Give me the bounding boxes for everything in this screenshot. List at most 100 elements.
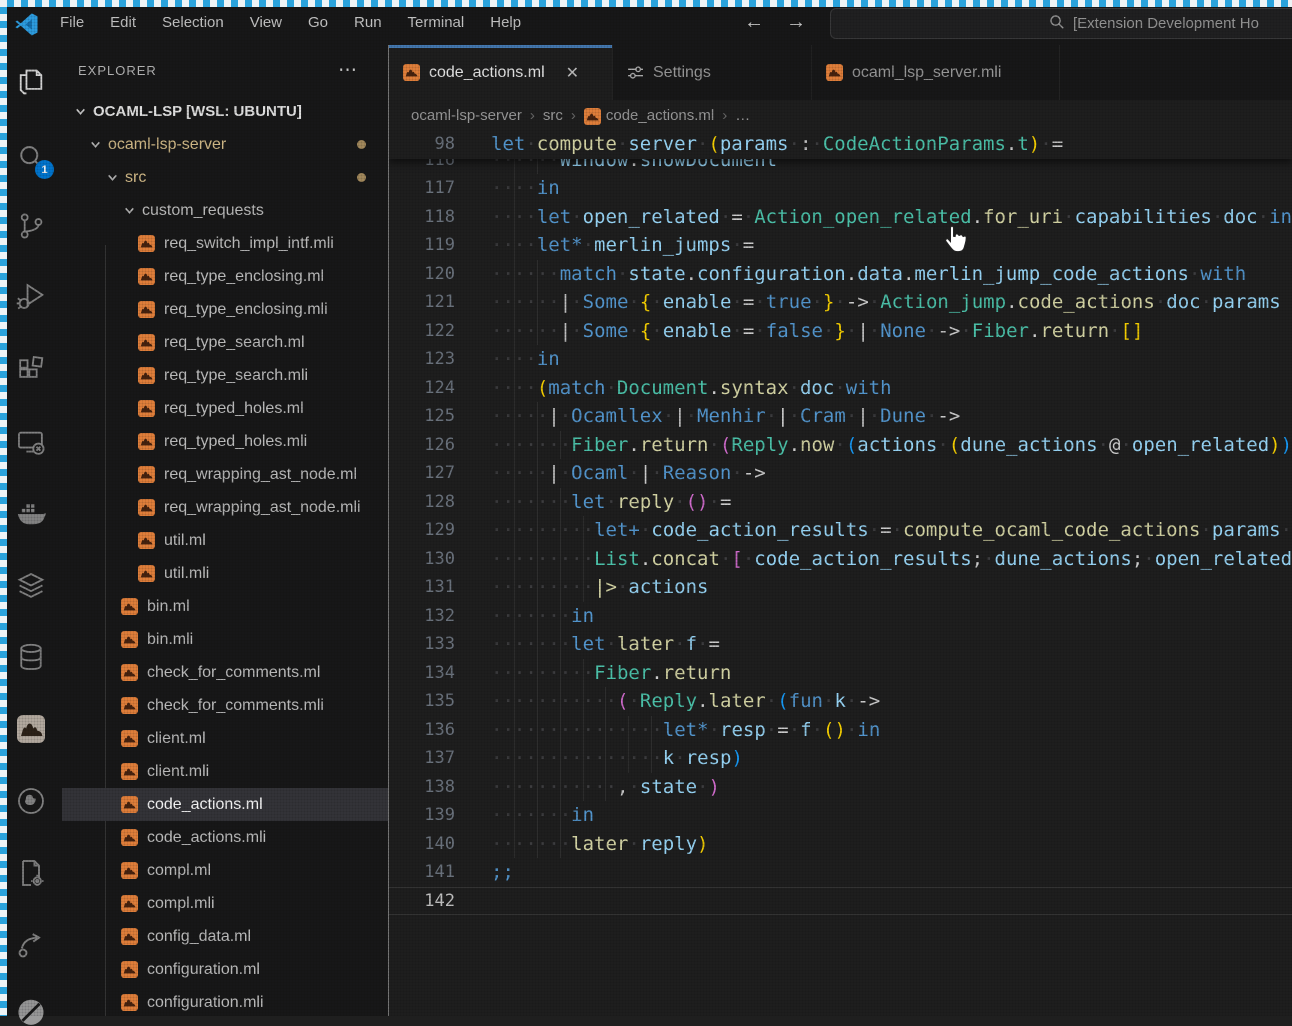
file-settings-icon[interactable]	[15, 857, 47, 889]
circle-slash-icon[interactable]	[15, 994, 47, 1026]
tree-root-ocaml-lsp[interactable]: OCAML-LSP [WSL: UBUNTU]	[62, 95, 388, 128]
code-line-118[interactable]: 118····let·open_related·=·Action_open_re…	[389, 203, 1292, 232]
tree-file-bin-ml[interactable]: bin.ml	[62, 590, 388, 623]
window-title: [Extension Development Ho	[1073, 15, 1259, 32]
tree-file-req-wrapping-ast-node-ml[interactable]: req_wrapping_ast_node.ml	[62, 458, 388, 491]
breadcrumb-item-src[interactable]: src	[543, 107, 563, 124]
nav-back-button[interactable]: ←	[744, 11, 764, 34]
breadcrumb[interactable]: ocaml-lsp-server›src›code_actions.ml›…	[389, 100, 1292, 130]
code-line-130[interactable]: 130·········List.concat·[·code_action_re…	[389, 545, 1292, 574]
code-line-134[interactable]: 134·········Fiber.return	[389, 659, 1292, 688]
breadcrumb-item--[interactable]: …	[735, 107, 750, 124]
code-line-117[interactable]: 117····in	[389, 174, 1292, 203]
code-line-126[interactable]: 126·······Fiber.return·(Reply.now·(actio…	[389, 431, 1292, 460]
tree-file-req-type-enclosing-ml[interactable]: req_type_enclosing.ml	[62, 260, 388, 293]
line-text: ····in	[491, 174, 1292, 203]
tab-close-icon[interactable]: ✕	[566, 63, 579, 83]
tree-file-bin-mli[interactable]: bin.mli	[62, 623, 388, 656]
tree-file-req-typed-holes-mli[interactable]: req_typed_holes.mli	[62, 425, 388, 458]
code-line-138[interactable]: 138···········,·state·)	[389, 773, 1292, 802]
tab-ocaml-lsp-server-mli[interactable]: ocaml_lsp_server.mli	[812, 45, 1060, 100]
chevron-down-icon	[104, 170, 120, 186]
tree-file-client-mli[interactable]: client.mli	[62, 755, 388, 788]
line-text: ····(match·Document.syntax·doc·with	[491, 374, 1292, 403]
ocaml-file-icon	[826, 64, 843, 81]
tree-file-req-wrapping-ast-node-mli[interactable]: req_wrapping_ast_node.mli	[62, 491, 388, 524]
share-icon[interactable]	[15, 929, 47, 961]
code-lines[interactable]: 116······Window.showDocument117····in118…	[389, 146, 1292, 916]
docker-icon[interactable]	[15, 498, 47, 530]
database-icon[interactable]	[15, 641, 47, 673]
tree-file-compl-mli[interactable]: compl.mli	[62, 887, 388, 920]
code-line-127[interactable]: 127·····|·Ocaml·|·Reason·->	[389, 459, 1292, 488]
remote-explorer-icon[interactable]	[15, 427, 47, 459]
duck-icon[interactable]	[15, 785, 47, 817]
tree-folder-ocaml-lsp-server[interactable]: ocaml-lsp-server	[62, 128, 388, 161]
breadcrumb-item-ocaml-lsp-server[interactable]: ocaml-lsp-server	[411, 107, 522, 124]
tree-file-check-for-comments-ml[interactable]: check_for_comments.ml	[62, 656, 388, 689]
code-line-119[interactable]: 119····let*·merlin_jumps·=	[389, 231, 1292, 260]
code-line-98[interactable]: 98let·compute·server·(params·:·CodeActio…	[389, 130, 1292, 159]
tree-file-configuration-ml[interactable]: configuration.ml	[62, 953, 388, 986]
code-line-121[interactable]: 121······|·Some·{·enable·=·true·}·->·Act…	[389, 288, 1292, 317]
ocaml-platform-icon[interactable]	[15, 713, 47, 745]
tree-file-code-actions-mli[interactable]: code_actions.mli	[62, 821, 388, 854]
source-control-icon[interactable]	[15, 210, 47, 242]
sidebar-resize-sash[interactable]	[388, 45, 389, 1016]
code-line-128[interactable]: 128·······let·reply·()·=	[389, 488, 1292, 517]
extensions-icon[interactable]	[15, 354, 47, 386]
code-line-125[interactable]: 125·····|·Ocamllex·|·Menhir·|·Cram·|·Dun…	[389, 402, 1292, 431]
code-editor[interactable]: 98let·compute·server·(params·:·CodeActio…	[389, 130, 1292, 1016]
tab-settings[interactable]: Settings	[613, 45, 812, 100]
tree-file-client-ml[interactable]: client.ml	[62, 722, 388, 755]
tree-file-req-typed-holes-ml[interactable]: req_typed_holes.ml	[62, 392, 388, 425]
tree-item-label: compl.ml	[147, 862, 211, 880]
code-line-120[interactable]: 120······match·state.configuration.data.…	[389, 260, 1292, 289]
tree-file-compl-ml[interactable]: compl.ml	[62, 854, 388, 887]
tree-file-config-data-ml[interactable]: config_data.ml	[62, 920, 388, 953]
breadcrumb-item-code-actions-ml[interactable]: code_actions.ml	[584, 107, 714, 124]
explorer-actions-button[interactable]: ⋯	[338, 59, 358, 82]
code-line-141[interactable]: 141;;	[389, 858, 1292, 887]
tree-file-req-type-search-ml[interactable]: req_type_search.ml	[62, 326, 388, 359]
tree-folder-src[interactable]: src	[62, 161, 388, 194]
code-line-122[interactable]: 122······|·Some·{·enable·=·false·}·|·Non…	[389, 317, 1292, 346]
sticky-scroll-line[interactable]: 98let·compute·server·(params·:·CodeActio…	[389, 130, 1292, 159]
tree-folder-custom-requests[interactable]: custom_requests	[62, 194, 388, 227]
tree-file-configuration-mli[interactable]: configuration.mli	[62, 986, 388, 1016]
line-number: 122	[389, 317, 455, 346]
tree-file-util-mli[interactable]: util.mli	[62, 557, 388, 590]
tree-file-util-ml[interactable]: util.ml	[62, 524, 388, 557]
tab-label: code_actions.ml	[429, 64, 545, 82]
tree-file-check-for-comments-mli[interactable]: check_for_comments.mli	[62, 689, 388, 722]
nav-forward-button[interactable]: →	[786, 11, 806, 34]
code-line-131[interactable]: 131·········|>·actions	[389, 573, 1292, 602]
code-line-137[interactable]: 137···············k·resp)	[389, 744, 1292, 773]
code-line-136[interactable]: 136···············let*·resp·=·f·()·in	[389, 716, 1292, 745]
run-and-debug-icon[interactable]	[15, 280, 47, 312]
tab-code-actions-ml[interactable]: code_actions.ml ✕	[389, 45, 613, 100]
tree-file-req-type-enclosing-mli[interactable]: req_type_enclosing.mli	[62, 293, 388, 326]
code-line-124[interactable]: 124····(match·Document.syntax·doc·with	[389, 374, 1292, 403]
code-line-142[interactable]: 142	[389, 887, 1292, 916]
ocaml-file-icon	[138, 532, 155, 549]
screenshare-border-top	[0, 0, 1292, 7]
tree-file-code-actions-ml[interactable]: code_actions.ml	[62, 788, 388, 821]
code-line-129[interactable]: 129·········let+·code_action_results·=·c…	[389, 516, 1292, 545]
layers-icon[interactable]	[15, 570, 47, 602]
tree-file-req-switch-impl-intf-mli[interactable]: req_switch_impl_intf.mli	[62, 227, 388, 260]
tree-file-req-type-search-mli[interactable]: req_type_search.mli	[62, 359, 388, 392]
code-line-123[interactable]: 123····in	[389, 345, 1292, 374]
search-view-icon[interactable]: 1	[15, 142, 47, 174]
code-line-140[interactable]: 140·······later·reply)	[389, 830, 1292, 859]
explorer-icon[interactable]	[15, 66, 47, 98]
command-center-search[interactable]: [Extension Development Ho	[830, 8, 1292, 39]
code-line-135[interactable]: 135···········(·Reply.later·(fun·k·->	[389, 687, 1292, 716]
code-line-139[interactable]: 139·······in	[389, 801, 1292, 830]
line-text: ······match·state.configuration.data.mer…	[491, 260, 1292, 289]
code-line-132[interactable]: 132·······in	[389, 602, 1292, 631]
tab-bar: code_actions.ml ✕ Settingsocaml_lsp_server…	[389, 45, 1292, 100]
line-text: ·········let+·code_action_results·=·comp…	[491, 516, 1292, 545]
code-line-133[interactable]: 133·······let·later·f·=	[389, 630, 1292, 659]
tree-item-label: req_wrapping_ast_node.ml	[164, 466, 357, 484]
